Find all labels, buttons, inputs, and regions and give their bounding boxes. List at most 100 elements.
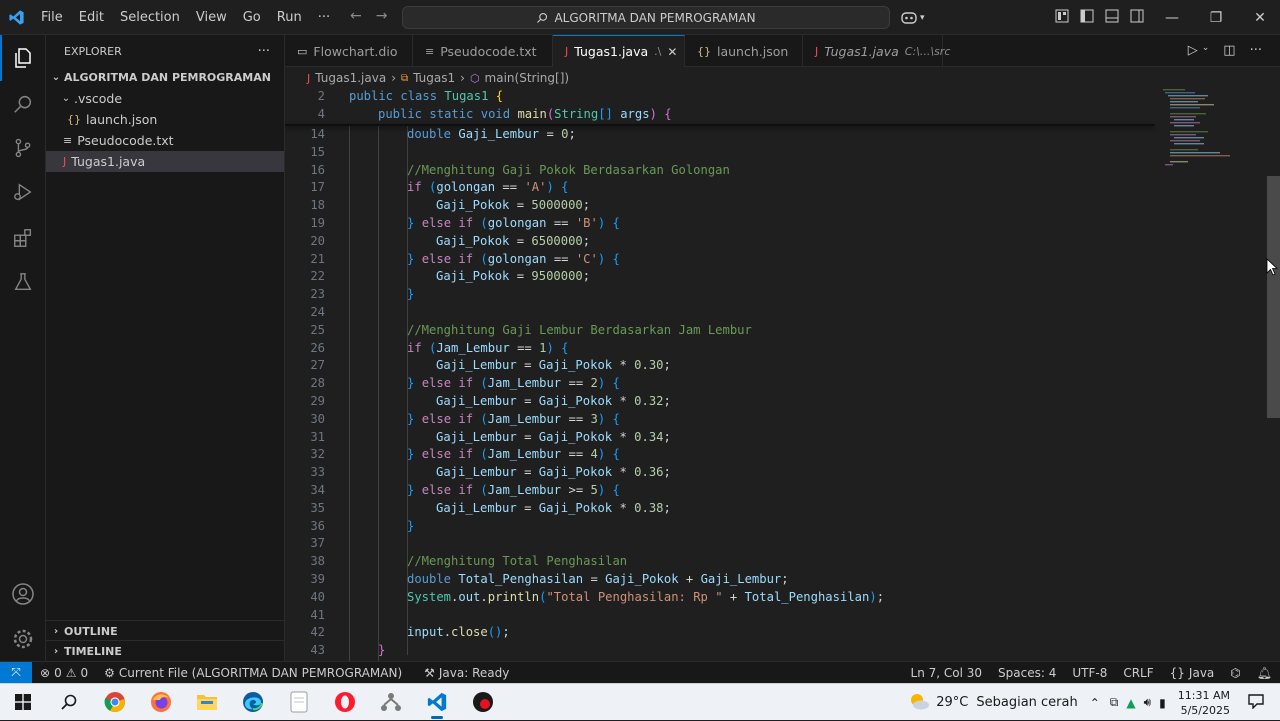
notification-center-icon[interactable] [1248,693,1264,712]
end-of-line[interactable]: CRLF [1115,666,1161,680]
menu-more[interactable]: ··· [310,0,338,35]
command-center-search[interactable]: ALGORITMA DAN PEMROGRAMAN [402,6,890,29]
source-control-icon[interactable] [0,125,46,171]
run-play-icon[interactable]: ▷ [1188,43,1198,58]
code-line[interactable]: 16 //Menghitung Gaji Pokok Berdasarkan Go… [285,162,1165,180]
notepad-icon[interactable] [276,684,322,721]
code-line[interactable]: 25 //Menghitung Gaji Lembur Berdasarkan J… [285,322,1165,340]
copilot-icon[interactable]: ▾ [900,11,925,25]
close-window-icon[interactable]: ✕ [1238,0,1280,35]
back-arrow-icon[interactable]: ← [350,8,362,24]
vscode-taskbar-icon[interactable] [414,684,460,721]
code-line[interactable]: 42 input.close(); [285,624,1165,642]
menu-run[interactable]: Run [269,0,310,35]
code-line[interactable]: 43} [285,642,1165,660]
menu-file[interactable]: File [33,0,71,35]
forward-arrow-icon[interactable]: → [376,8,388,24]
sticky-scroll-line[interactable]: 4 public static void main(String[] args) … [285,106,1165,124]
network-app-icon[interactable] [368,684,414,721]
run-debug-icon[interactable] [0,169,46,215]
tab-flowchart[interactable]: ▭ Flowchart.dio [285,35,413,67]
explorer-icon[interactable] [0,35,46,81]
file-launch-json[interactable]: {} launch.json [46,109,284,130]
firefox-icon[interactable] [138,684,184,721]
chevron-down-icon[interactable]: ⌄ [1202,43,1210,58]
code-line[interactable]: 17 if (golongan == 'A') { [285,179,1165,197]
code-line[interactable]: 34} else if (Jam_Lembur >= 5) { [285,482,1165,500]
explorer-more-button[interactable]: ··· [258,44,270,59]
volume-icon[interactable]: 🔊︎ [1144,695,1152,710]
code-line[interactable]: 18 Gaji_Pokok = 5000000; [285,197,1165,215]
settings-gear-icon[interactable] [0,616,46,662]
toggle-primary-sidebar-icon[interactable] [1080,8,1096,24]
opera-icon[interactable] [322,684,368,721]
close-tab-icon[interactable]: ✕ [667,45,677,59]
menu-selection[interactable]: Selection [112,0,188,35]
battery-icon[interactable]: ▮ [1159,696,1166,710]
code-line[interactable]: 19} else if (golongan == 'B') { [285,215,1165,233]
code-line[interactable]: 35 Gaji_Lembur = Gaji_Pokok * 0.38; [285,500,1165,518]
taskbar-search-icon[interactable] [46,684,92,721]
search-view-icon[interactable] [0,81,46,127]
extensions-icon[interactable] [0,215,46,261]
code-line[interactable]: 39 double Total_Penghasilan = Gaji_Pokok … [285,571,1165,589]
problems-indicator[interactable]: ⊗ 0 ⚠ 0 [32,666,96,680]
weather-desc[interactable]: Sebagian cerah [976,695,1077,710]
code-line[interactable]: 20 Gaji_Pokok = 6500000; [285,233,1165,251]
timeline-section[interactable]: › TIMELINE [46,640,285,661]
code-line[interactable]: 23} [285,286,1165,304]
code-line[interactable]: 41 [285,607,1165,625]
cursor-position[interactable]: Ln 7, Col 30 [903,666,991,680]
menu-view[interactable]: View [188,0,235,35]
encoding[interactable]: UTF-8 [1064,666,1115,680]
code-line[interactable]: 26 if (Jam_Lembur == 1) { [285,340,1165,358]
folder-vscode[interactable]: ⌄ .vscode [46,88,284,109]
code-line[interactable]: 21} else if (golongan == 'C') { [285,251,1165,269]
toggle-panel-icon[interactable] [1105,8,1121,24]
code-line[interactable]: 38 //Menghitung Total Penghasilan [285,553,1165,571]
scrollbar-thumb[interactable] [1267,176,1280,418]
code-line[interactable]: 32} else if (Jam_Lembur == 4) { [285,446,1165,464]
outline-section[interactable]: › OUTLINE [46,620,285,641]
code-line[interactable]: 33 Gaji_Lembur = Gaji_Pokok * 0.36; [285,464,1165,482]
code-line[interactable]: 36} [285,518,1165,536]
code-line[interactable]: 30} else if (Jam_Lembur == 3) { [285,411,1165,429]
restore-icon[interactable]: ❐ [1194,0,1238,35]
account-icon[interactable] [0,571,46,617]
file-pseudocode[interactable]: ≡ Pseudocode.txt [46,130,284,151]
copilot-status-icon[interactable]: ⌬ [1222,666,1248,680]
tray-chevron-up-icon[interactable]: ⌃ [1090,696,1100,710]
tab-tugas1-java[interactable]: J Tugas1.java .\ ✕ [553,35,685,67]
breadcrumb-file[interactable]: Tugas1.java [315,71,386,85]
code-line[interactable]: 27 Gaji_Lembur = Gaji_Pokok * 0.30; [285,357,1165,375]
windows-start-icon[interactable] [0,684,46,721]
code-line[interactable]: 22 Gaji_Pokok = 9500000; [285,268,1165,286]
tab-launch-json[interactable]: {} launch.json [685,35,803,67]
tab-tugas1-java-src[interactable]: J Tugas1.java C:\...\src [803,35,950,67]
toggle-secondary-sidebar-icon[interactable] [1130,8,1146,24]
code-line[interactable]: 37 [285,535,1165,553]
breadcrumb-method[interactable]: main(String[]) [485,71,570,85]
more-actions-icon[interactable]: ··· [1250,43,1262,58]
code-editor[interactable]: 2 public class Tugas1 {4 public static voi… [285,89,1265,661]
chrome-icon[interactable] [92,684,138,721]
split-editor-icon[interactable]: ◫ [1223,43,1235,58]
clock[interactable]: 11:31 AM 5/5/2025 [1166,688,1240,718]
testing-flask-icon[interactable] [0,259,46,305]
code-line[interactable]: 24 [285,304,1165,322]
breadcrumb-class[interactable]: Tugas1 [413,71,455,85]
workspace-root[interactable]: ⌄ ALGORITMA DAN PEMROGRAMAN [46,67,284,88]
run-config-indicator[interactable]: ⚙ Current File (ALGORITMA DAN PEMROGRAMA… [96,666,410,680]
minimize-icon[interactable]: — [1150,0,1194,35]
java-status-indicator[interactable]: ⚒ Java: Ready [416,666,517,680]
remote-window-icon[interactable]: ⤧ [0,661,32,684]
screen-recorder-icon[interactable] [460,684,506,721]
tab-pseudocode[interactable]: ≡ Pseudocode.txt [413,35,553,67]
file-explorer-icon[interactable] [184,684,230,721]
file-tugas1-java[interactable]: J Tugas1.java [46,151,284,172]
code-line[interactable]: 40 System.out.println("Total Penghasilan:… [285,589,1165,607]
language-mode[interactable]: {} Java [1162,666,1223,680]
code-line[interactable]: 31 Gaji_Lembur = Gaji_Pokok * 0.34; [285,429,1165,447]
menu-go[interactable]: Go [235,0,269,35]
code-line[interactable]: 29 Gaji_Lembur = Gaji_Pokok * 0.32; [285,393,1165,411]
